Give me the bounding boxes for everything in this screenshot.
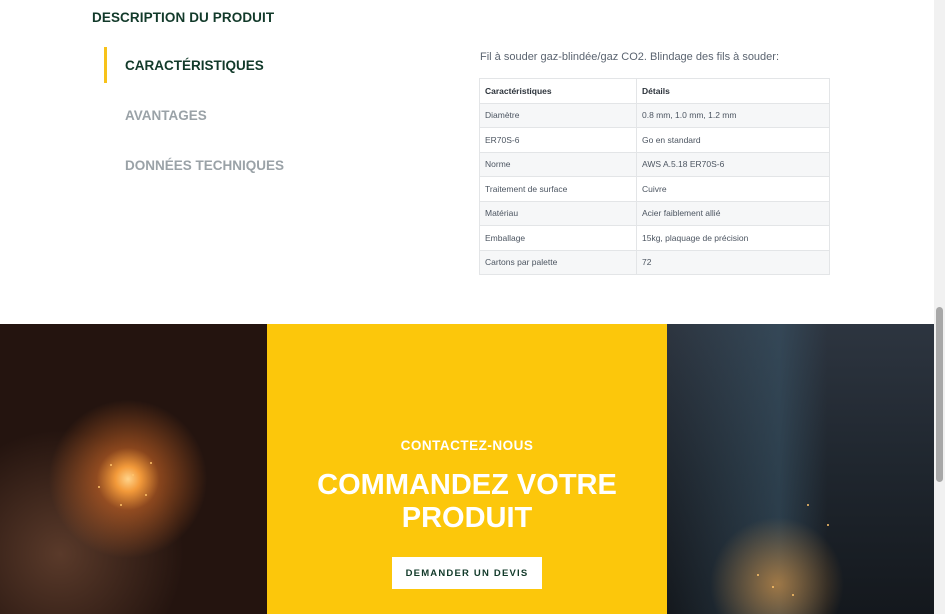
spec-label: ER70S-6 <box>479 127 637 153</box>
spec-value: Cuivre <box>636 176 830 202</box>
spec-value: Go en standard <box>636 127 830 153</box>
cta-kicker: CONTACTEZ-NOUS <box>400 438 534 453</box>
table-row: Diamètre 0.8 mm, 1.0 mm, 1.2 mm <box>479 102 830 128</box>
table-row: ER70S-6 Go en standard <box>479 127 830 153</box>
spec-label: Matériau <box>479 200 637 226</box>
table-row: Matériau Acier faiblement allié <box>479 200 830 226</box>
welding-photo-right <box>667 324 934 614</box>
welding-photo-left <box>0 324 267 614</box>
spec-table: Caractéristiques Détails Diamètre 0.8 mm… <box>479 78 830 275</box>
table-row: Traitement de surface Cuivre <box>479 176 830 202</box>
request-quote-button[interactable]: DEMANDER UN DEVIS <box>392 557 542 589</box>
spec-value: 0.8 mm, 1.0 mm, 1.2 mm <box>636 102 830 128</box>
spec-label: Emballage <box>479 225 637 251</box>
cta-title-line: COMMANDEZ VOTRE <box>317 469 617 501</box>
scrollbar-track[interactable] <box>934 0 945 614</box>
tab-avantages[interactable]: AVANTAGES <box>104 97 364 133</box>
spec-label: Norme <box>479 151 637 177</box>
table-row: Norme AWS A.5.18 ER70S-6 <box>479 151 830 177</box>
table-row: Cartons par palette 72 <box>479 249 830 275</box>
spec-intro: Fil à souder gaz-blindée/gaz CO2. Blinda… <box>480 51 780 63</box>
tab-donnees-techniques[interactable]: DONNÉES TECHNIQUES <box>104 147 364 183</box>
column-header: Caractéristiques <box>479 78 637 104</box>
scrollbar-thumb[interactable] <box>936 307 943 482</box>
column-header: Détails <box>636 78 830 104</box>
spec-value: AWS A.5.18 ER70S-6 <box>636 151 830 177</box>
section-title: DESCRIPTION DU PRODUIT <box>92 10 275 25</box>
product-tabs: CARACTÉRISTIQUES AVANTAGES DONNÉES TECHN… <box>104 47 364 197</box>
spec-value: Acier faiblement allié <box>636 200 830 226</box>
table-row: Emballage 15kg, plaquage de précision <box>479 225 830 251</box>
spec-value: 72 <box>636 249 830 275</box>
spec-label: Diamètre <box>479 102 637 128</box>
spec-value: 15kg, plaquage de précision <box>636 225 830 251</box>
cta-title: COMMANDEZ VOTRE PRODUIT <box>287 469 647 535</box>
cta-title-line: PRODUIT <box>401 502 533 534</box>
contact-banner: CONTACTEZ-NOUS COMMANDEZ VOTRE PRODUIT D… <box>0 324 934 614</box>
tab-caracteristiques[interactable]: CARACTÉRISTIQUES <box>104 47 364 83</box>
spec-label: Traitement de surface <box>479 176 637 202</box>
cta-panel: CONTACTEZ-NOUS COMMANDEZ VOTRE PRODUIT D… <box>267 324 667 614</box>
spec-label: Cartons par palette <box>479 249 637 275</box>
table-header-row: Caractéristiques Détails <box>479 78 830 104</box>
